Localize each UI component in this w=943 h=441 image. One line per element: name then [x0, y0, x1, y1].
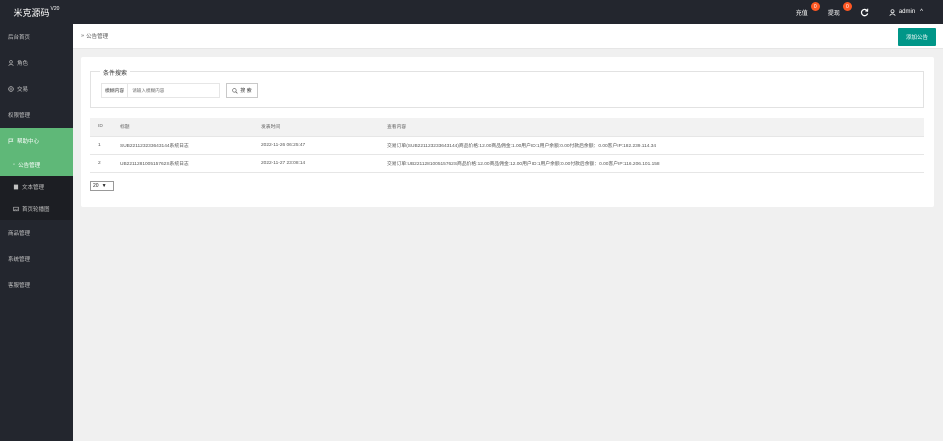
withdraw-label: 提现	[827, 10, 840, 17]
sidebar-item-label: 权限管理	[8, 113, 31, 119]
announcement-table: ID 标题 发表时间 查看内容 1 SUB221123233643144系统日志…	[90, 118, 924, 173]
add-announcement-button[interactable]: 添加公告	[897, 28, 936, 46]
column-header-id: ID	[90, 118, 120, 137]
sidebar-item-label: 交易	[17, 87, 29, 93]
sidebar-item-label: 首页轮播图	[22, 207, 50, 213]
chevron-down-icon: ▼	[101, 183, 107, 189]
page-size-select[interactable]: 20 ▼	[90, 181, 114, 191]
sidebar-item-label: 后台首页	[8, 35, 31, 41]
sidebar-item-label: 帮助中心	[17, 139, 40, 145]
column-header-content: 查看内容	[387, 118, 924, 137]
sidebar-item-customer-service[interactable]: 客服管理	[0, 272, 73, 298]
sidebar-item-label: 客服管理	[8, 283, 31, 289]
top-nav: 充值 0 提现 0 admin ^	[786, 0, 933, 24]
sidebar-item-permissions[interactable]: 权限管理	[0, 102, 73, 128]
sidebar-item-label: 系统管理	[8, 257, 31, 263]
sidebar-item-announcements[interactable]: ◦ 公告管理	[0, 154, 73, 176]
sidebar-item-label: 商品管理	[8, 231, 31, 237]
table-row[interactable]: 2 UB221128100515762S系统日志 2022-11-27 23:0…	[90, 154, 924, 173]
sidebar-item-help-center[interactable]: 帮助中心	[0, 128, 73, 154]
refresh-icon	[860, 8, 869, 16]
column-header-time: 发表时间	[261, 118, 387, 137]
refresh-button[interactable]	[850, 0, 879, 24]
sidebar-item-trade[interactable]: 交易	[0, 76, 73, 102]
cell-content: 交易订单(SUB221123233643144)商品价格:12.00商品佣金:1…	[387, 136, 924, 155]
page-size-value: 20	[93, 183, 99, 189]
cell-title: SUB221123233643144系统日志	[120, 136, 261, 155]
logo: 米克源码 V20	[0, 0, 73, 24]
search-button-label: 搜 索	[240, 88, 252, 94]
breadcrumb-separator: »	[81, 33, 85, 39]
cell-id: 1	[90, 136, 120, 155]
user-icon	[8, 60, 14, 66]
top-bar: 米克源码 V20 充值 0 提现 0 admin ^	[0, 0, 943, 24]
chevron-up-icon: ^	[920, 9, 923, 15]
dot-icon: ◦	[13, 162, 16, 168]
search-field-label: 模糊内容	[101, 83, 128, 98]
sidebar-item-label: 文本管理	[22, 185, 45, 191]
sidebar-submenu: ◦ 公告管理 文本管理 首页轮播图	[0, 154, 73, 220]
table-header-row: ID 标题 发表时间 查看内容	[90, 118, 924, 137]
globe-icon	[8, 86, 14, 92]
recharge-label: 充值	[795, 10, 808, 17]
sidebar-item-system[interactable]: 系统管理	[0, 246, 73, 272]
sidebar-item-products[interactable]: 商品管理	[0, 220, 73, 246]
image-icon	[13, 206, 19, 212]
content-card: 条件搜索 模糊内容 搜 索 ID 标题 发表时间 查看内容 1 SUB22112…	[81, 57, 934, 207]
sidebar-item-text[interactable]: 文本管理	[0, 176, 73, 198]
flag-icon	[8, 138, 14, 144]
cell-time: 2022-11-27 23:08:14	[261, 154, 387, 173]
book-icon	[13, 184, 19, 190]
user-label: admin	[898, 9, 916, 15]
logo-version: V20	[50, 6, 60, 12]
withdraw-link[interactable]: 提现 0	[818, 0, 852, 24]
user-menu[interactable]: admin ^	[879, 0, 933, 24]
sidebar-item-roles[interactable]: 角色	[0, 50, 73, 76]
search-icon	[232, 87, 238, 94]
recharge-link[interactable]: 充值 0	[786, 0, 820, 24]
search-legend: 条件搜索	[100, 68, 131, 77]
sidebar-item-carousel[interactable]: 首页轮播图	[0, 198, 73, 220]
search-row: 模糊内容 搜 索	[101, 83, 258, 98]
sidebar-item-home[interactable]: 后台首页	[0, 24, 73, 50]
sidebar-item-label: 角色	[17, 61, 29, 67]
table-row[interactable]: 1 SUB221123233643144系统日志 2022-11-26 06:2…	[90, 136, 924, 155]
sidebar: 后台首页 角色 交易 权限管理 帮助中心 ◦ 公告管理 文本管理 首页轮播图 商…	[0, 24, 73, 441]
search-fieldset: 条件搜索 模糊内容 搜 索	[90, 68, 924, 108]
search-input[interactable]	[127, 83, 221, 98]
cell-title: UB221128100515762S系统日志	[120, 154, 261, 173]
breadcrumb: » 公告管理 添加公告	[73, 24, 943, 49]
cell-id: 2	[90, 154, 120, 173]
cell-content: 交易订单:UB221128100515762S商品价格:12.00商品佣金:12…	[387, 154, 924, 173]
column-header-title: 标题	[120, 118, 261, 137]
search-button[interactable]: 搜 索	[226, 83, 258, 98]
breadcrumb-current: 公告管理	[86, 34, 109, 40]
sidebar-item-label: 公告管理	[18, 163, 41, 169]
cell-time: 2022-11-26 06:25:47	[261, 136, 387, 155]
logo-text: 米克源码	[13, 7, 50, 18]
user-icon	[889, 8, 896, 16]
